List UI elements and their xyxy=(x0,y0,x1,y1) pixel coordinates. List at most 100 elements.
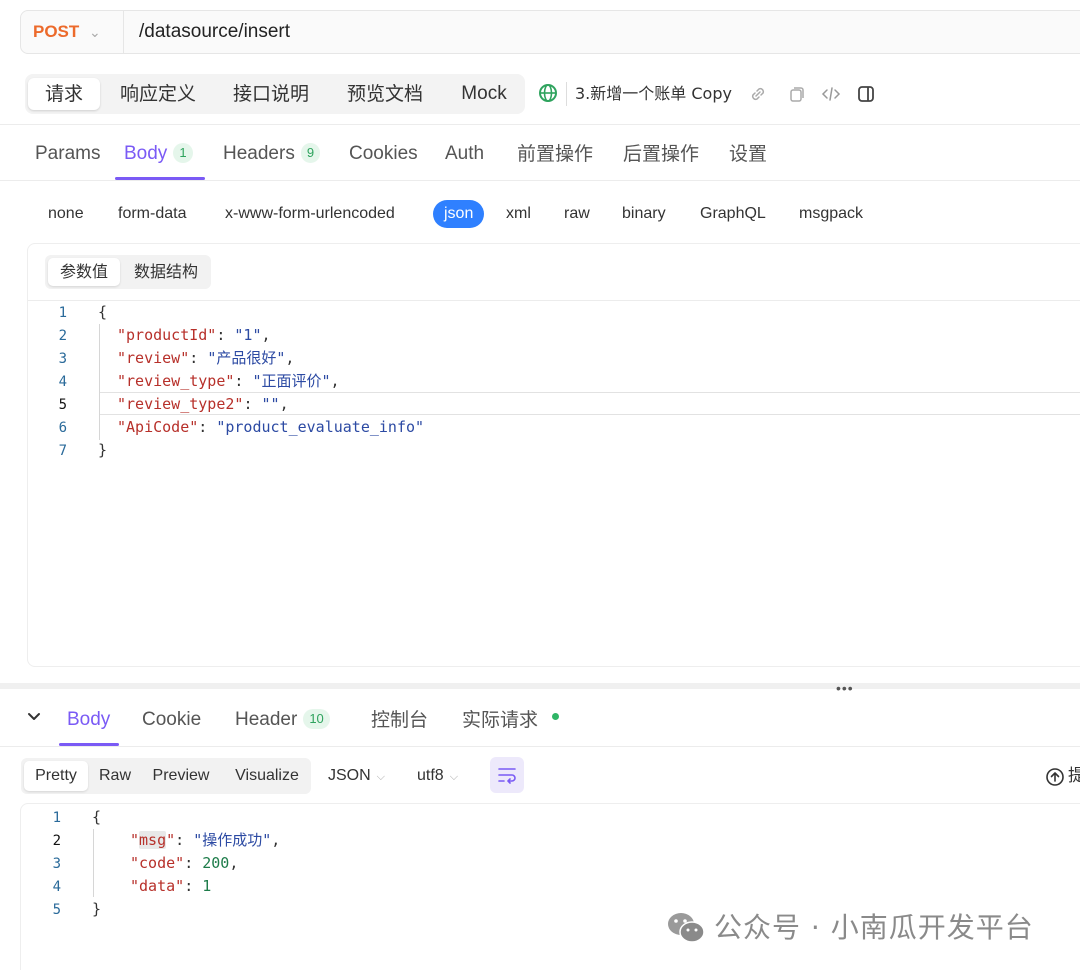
tab-api-description[interactable]: 接口说明 xyxy=(219,78,323,110)
code-punct: , xyxy=(261,326,271,344)
line-number: 4 xyxy=(58,374,67,390)
code-line: } xyxy=(98,439,107,462)
json-key: "productId" xyxy=(117,326,217,344)
method-select[interactable]: POST xyxy=(33,11,79,53)
code-line: "msg": "操作成功", xyxy=(130,831,281,849)
json-value: "产品很好" xyxy=(207,349,286,367)
json-value: "1" xyxy=(234,326,262,344)
tab-body[interactable]: Body 1 xyxy=(124,140,193,168)
json-key: "review_type" xyxy=(117,372,235,390)
encoding-select[interactable]: utf8 ⌵ xyxy=(417,763,458,789)
body-type-none[interactable]: none xyxy=(48,200,84,228)
api-name-divider xyxy=(566,82,567,106)
code-line: "ApiCode": "product_evaluate_info" xyxy=(117,418,425,436)
code-line: "data": 1 xyxy=(130,877,212,895)
response-tab-header-label: Header xyxy=(235,709,298,730)
divider xyxy=(0,180,1080,181)
tab-mock[interactable]: Mock xyxy=(449,78,519,110)
json-key: msg xyxy=(139,831,167,849)
json-value: 200 xyxy=(202,854,230,872)
copy-icon[interactable] xyxy=(787,84,807,104)
code-punct: , xyxy=(330,372,340,390)
url-input[interactable]: /datasource/insert xyxy=(139,11,290,53)
json-key: "data" xyxy=(130,877,185,895)
response-tab-actual-request[interactable]: 实际请求 xyxy=(462,706,538,734)
header-count-badge: 10 xyxy=(303,709,330,729)
upload-icon[interactable] xyxy=(1045,767,1065,787)
body-type-binary[interactable]: binary xyxy=(622,200,666,228)
tab-headers-label: Headers xyxy=(223,143,295,164)
watermark-text: 公众号 · 小南瓜开发平台 xyxy=(714,911,1034,944)
word-wrap-button[interactable] xyxy=(490,757,524,793)
wrap-icon xyxy=(498,768,516,784)
tab-settings[interactable]: 设置 xyxy=(729,140,767,168)
code-line: } xyxy=(92,898,101,921)
format-pretty[interactable]: Pretty xyxy=(24,761,88,791)
tab-headers[interactable]: Headers 9 xyxy=(223,140,321,168)
json-value: "正面评价" xyxy=(252,372,331,390)
body-type-msgpack[interactable]: msgpack xyxy=(799,200,863,228)
tab-response-definition[interactable]: 响应定义 xyxy=(107,78,209,110)
globe-icon[interactable] xyxy=(538,83,558,103)
body-type-form-data[interactable]: form-data xyxy=(118,200,186,228)
body-type-json[interactable]: json xyxy=(433,200,485,228)
export-button-label[interactable]: 提 xyxy=(1068,763,1080,789)
request-body-editor[interactable] xyxy=(27,243,1080,667)
code-line: "review_type": "正面评价", xyxy=(117,372,340,390)
tab-cookies[interactable]: Cookies xyxy=(349,140,418,168)
language-select[interactable]: JSON ⌵ xyxy=(328,763,385,789)
format-preview[interactable]: Preview xyxy=(145,761,217,791)
indent-guide xyxy=(99,324,100,440)
panel-splitter[interactable] xyxy=(0,683,1080,689)
body-type-raw[interactable]: raw xyxy=(564,200,590,228)
json-key: "code" xyxy=(130,854,185,872)
code-icon[interactable] xyxy=(821,84,841,104)
code-punct: { xyxy=(98,303,108,321)
collapse-chevron-icon[interactable] xyxy=(26,708,42,724)
headers-count-badge: 9 xyxy=(300,143,321,163)
body-type-xml[interactable]: xml xyxy=(506,200,531,228)
link-icon[interactable] xyxy=(748,84,768,104)
url-bar: POST ⌄ /datasource/insert xyxy=(20,10,1080,54)
format-raw[interactable]: Raw xyxy=(93,761,137,791)
tab-body-label: Body xyxy=(124,143,168,164)
response-tab-body[interactable]: Body xyxy=(67,706,110,734)
tab-params[interactable]: Params xyxy=(35,140,100,168)
code-punct: , xyxy=(285,349,295,367)
language-value: JSON xyxy=(328,767,371,784)
tab-auth[interactable]: Auth xyxy=(445,140,484,168)
chevron-down-icon[interactable]: ⌄ xyxy=(89,11,101,53)
response-tab-header[interactable]: Header 10 xyxy=(235,706,330,734)
tab-preview-doc[interactable]: 预览文档 xyxy=(333,78,437,110)
chevron-down-icon: ⌵ xyxy=(449,771,459,783)
mode-schema[interactable]: 数据结构 xyxy=(125,258,207,286)
line-number: 5 xyxy=(58,397,67,413)
response-tab-cookie[interactable]: Cookie xyxy=(142,706,201,734)
tab-request[interactable]: 请求 xyxy=(28,78,100,110)
body-type-graphql[interactable]: GraphQL xyxy=(700,200,766,228)
code-punct: " xyxy=(166,831,176,849)
line-number: 3 xyxy=(58,351,67,367)
format-visualize[interactable]: Visualize xyxy=(225,761,309,791)
code-line: { xyxy=(98,301,107,324)
body-type-urlencoded[interactable]: x-www-form-urlencoded xyxy=(225,200,395,228)
json-key: "review" xyxy=(117,349,190,367)
mode-values[interactable]: 参数值 xyxy=(48,258,120,286)
editor-mode-switch: 参数值 数据结构 xyxy=(45,255,211,289)
body-count-badge: 1 xyxy=(173,143,193,163)
line-number: 1 xyxy=(58,305,67,321)
tab-pre-ops[interactable]: 前置操作 xyxy=(517,140,593,168)
response-format-switch: Pretty Raw Preview Visualize xyxy=(21,758,311,794)
json-key: "ApiCode" xyxy=(117,418,199,436)
panel-toggle-icon[interactable] xyxy=(856,84,876,104)
code-line: "review_type2": "", xyxy=(117,395,289,413)
json-value: 1 xyxy=(202,877,212,895)
drag-handle-icon[interactable]: ••• xyxy=(836,680,854,696)
response-tab-console[interactable]: 控制台 xyxy=(371,706,428,734)
api-name[interactable]: 3.新增一个账单 Copy xyxy=(575,80,732,108)
line-number: 2 xyxy=(52,833,61,849)
chevron-down-icon: ⌵ xyxy=(376,771,386,783)
tab-post-ops[interactable]: 后置操作 xyxy=(623,140,699,168)
line-number: 4 xyxy=(52,879,61,895)
wechat-icon xyxy=(668,913,705,943)
